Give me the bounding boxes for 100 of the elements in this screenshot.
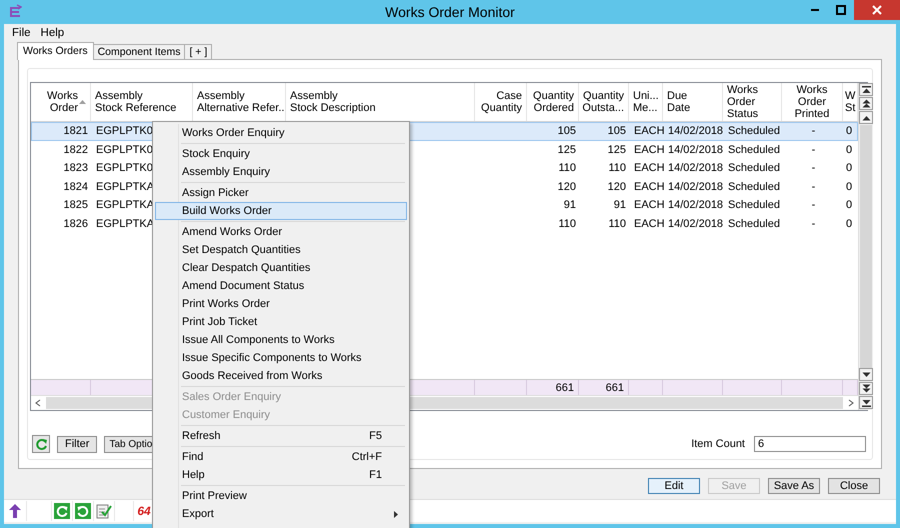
close-icon	[872, 5, 882, 15]
dialog-button[interactable]: Edit	[648, 478, 700, 494]
tab[interactable]: Component Items	[92, 44, 186, 59]
column-header[interactable]: Case Quantity	[481, 90, 522, 114]
menu-item[interactable]: Amend Document Status	[155, 277, 407, 295]
arrow-up-icon	[9, 504, 21, 518]
dialog-button[interactable]: Save As	[768, 478, 820, 494]
column-header[interactable]: W St	[845, 90, 856, 114]
table-cell: EGPLPTKA	[96, 180, 154, 193]
window-title: Works Order Monitor	[384, 4, 516, 20]
table-cell: EACH	[634, 199, 664, 212]
item-count-label: Item Count	[691, 438, 745, 450]
total-cell: 661	[606, 382, 624, 394]
table-cell: 120	[608, 180, 626, 193]
table-cell: 1822	[64, 144, 88, 156]
arrow-up-icon	[862, 114, 870, 120]
menu-item[interactable]: Assembly Enquiry	[155, 163, 407, 181]
scroll-bottom-button[interactable]	[859, 396, 873, 409]
page-down-button[interactable]	[859, 382, 873, 395]
table-cell: 125	[558, 144, 576, 156]
column-header[interactable]: Works Order Printed	[794, 84, 830, 120]
item-count-field[interactable]: 6	[754, 436, 866, 452]
version-label: 64	[137, 504, 151, 518]
table-cell: 14/02/2018	[668, 162, 724, 174]
app-logo-icon	[8, 4, 22, 20]
tab[interactable]: [ + ]	[184, 44, 212, 59]
table-cell: EACH	[634, 125, 664, 138]
menu-item[interactable]: Find Ctrl+F	[155, 448, 407, 466]
table-cell: EGPLPTK0	[96, 125, 153, 138]
column-header[interactable]: Assembly Stock Reference	[95, 90, 176, 114]
table-cell: -	[812, 218, 816, 230]
column-header[interactable]: Quantity Outsta...	[582, 90, 624, 114]
table-cell: 14/02/2018	[668, 218, 724, 230]
dialog-button[interactable]: Close	[828, 478, 880, 494]
table-cell: Scheduled	[728, 144, 780, 156]
refresh-icon	[34, 438, 48, 450]
menu-item[interactable]: Assign Picker	[155, 184, 407, 202]
menu-item[interactable]: Issue Specific Components to Works	[155, 349, 407, 367]
table-cell: 0	[846, 125, 852, 138]
menu-item[interactable]: Export	[155, 505, 407, 523]
menu-item[interactable]: Refresh F5	[155, 427, 407, 445]
tab[interactable]: Works Orders	[17, 42, 94, 60]
table-cell: 110	[558, 162, 576, 174]
table-cell: -	[812, 162, 816, 174]
column-header[interactable]: Uni... Me...	[633, 90, 659, 114]
scroll-down-button[interactable]	[859, 368, 873, 381]
table-cell: -	[812, 199, 816, 212]
menu-item[interactable]: Clear Despatch Quantities	[155, 259, 407, 277]
menu-item[interactable]: Build Works Order	[155, 202, 407, 220]
menu-item[interactable]: Print Works Order	[155, 295, 407, 313]
table-cell: 105	[608, 125, 626, 138]
close-button[interactable]	[854, 0, 900, 20]
table-cell: 120	[558, 180, 576, 193]
checklist-icon	[96, 503, 112, 519]
menu-item[interactable]: Stock Enquiry	[155, 145, 407, 163]
menu-item[interactable]: File	[12, 26, 31, 38]
menu-item[interactable]: Print Preview	[155, 487, 407, 505]
column-header[interactable]: Quantity Ordered	[533, 90, 574, 114]
scroll-left-icon	[34, 399, 42, 407]
refresh-button[interactable]	[32, 435, 50, 453]
table-cell: EGPLPTK0	[96, 144, 153, 156]
table-cell: 1826	[64, 218, 88, 230]
table-cell: -	[812, 125, 816, 138]
toolbar-button[interactable]: Filter	[57, 436, 98, 452]
arrow-up-bar-icon	[862, 86, 870, 94]
menu-item[interactable]: Help F1	[155, 466, 407, 484]
menu-item[interactable]: Amend Works Order	[155, 223, 407, 241]
table-cell: 125	[608, 144, 626, 156]
table-cell: 1821	[64, 125, 88, 138]
table-cell: Scheduled	[728, 125, 780, 138]
menu-item[interactable]: Works Order Enquiry	[155, 124, 407, 142]
menu-item[interactable]: Print Job Ticket	[155, 313, 407, 331]
sort-arrow-icon	[79, 100, 86, 104]
double-arrow-up-icon	[862, 99, 870, 108]
table-cell: Scheduled	[728, 199, 780, 212]
table-cell: EGPLPTKA	[96, 199, 154, 212]
menu-item[interactable]: Goods Received from Works	[155, 367, 407, 385]
column-header[interactable]: Works Order	[47, 90, 86, 114]
table-cell: 110	[608, 218, 626, 230]
scroll-top-button[interactable]	[859, 83, 873, 96]
column-header[interactable]: Due Date	[667, 90, 690, 114]
scroll-up-button[interactable]	[859, 111, 873, 124]
table-cell: 14/02/2018	[668, 125, 724, 138]
minimize-icon	[811, 9, 819, 11]
column-header[interactable]: Assembly Alternative Refer...	[197, 90, 285, 114]
table-cell: 14/02/2018	[668, 180, 724, 193]
table-cell: Scheduled	[728, 218, 780, 230]
table-cell: EACH	[634, 144, 664, 156]
page-up-button[interactable]	[859, 97, 873, 110]
menu-item[interactable]: Issue All Components to Works	[155, 331, 407, 349]
table-cell: 1824	[64, 180, 88, 193]
total-cell: 661	[556, 382, 574, 394]
menu-item[interactable]: Set Despatch Quantities	[155, 241, 407, 259]
table-cell: 0	[846, 144, 852, 156]
table-cell: Scheduled	[728, 162, 780, 174]
column-header[interactable]: Assembly Stock Description	[290, 90, 376, 114]
refresh-icon	[54, 503, 70, 519]
table-cell: Scheduled	[728, 180, 780, 193]
column-header[interactable]: Works Order Status	[727, 84, 758, 120]
menu-item[interactable]: Help	[40, 26, 64, 38]
